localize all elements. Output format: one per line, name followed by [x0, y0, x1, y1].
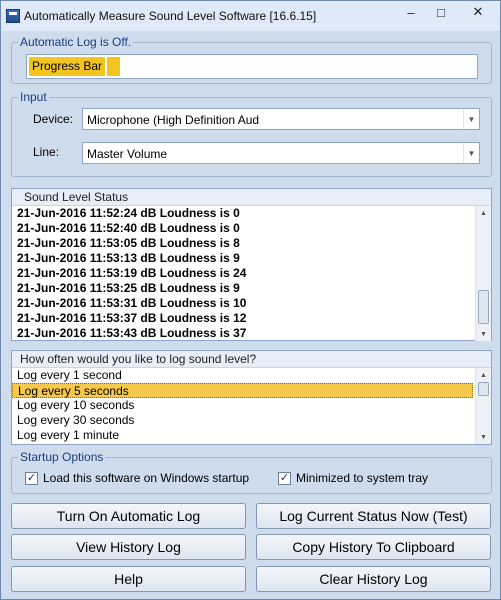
device-select[interactable]: Microphone (High Definition Aud ▼ [82, 108, 480, 130]
window-controls: – □ ✕ [396, 1, 500, 23]
sound-level-status-list[interactable]: Sound Level Status 21-Jun-2016 11:52:24 … [11, 188, 492, 341]
device-value: Microphone (High Definition Aud [87, 113, 260, 127]
list-item[interactable]: 21-Jun-2016 11:53:19 dB Loudness is 24 [12, 266, 491, 281]
list-item[interactable]: 21-Jun-2016 11:53:25 dB Loudness is 9 [12, 281, 491, 296]
list-item[interactable]: Log every 1 minute [12, 428, 491, 443]
scroll-up-icon[interactable]: ▲ [476, 368, 491, 382]
app-window: Automatically Measure Sound Level Softwa… [0, 0, 501, 600]
title-bar[interactable]: Automatically Measure Sound Level Softwa… [1, 1, 500, 31]
app-icon [6, 9, 20, 23]
load-on-startup-label: Load this software on Windows startup [43, 471, 250, 485]
scroll-up-icon[interactable]: ▲ [476, 206, 491, 220]
minimized-option[interactable]: ✓ Minimized to system tray [278, 471, 428, 485]
minimize-button[interactable]: – [396, 1, 426, 23]
list-item[interactable]: 21-Jun-2016 11:53:05 dB Loudness is 8 [12, 236, 491, 251]
startup-options-group: Startup Options ✓ Load this software on … [11, 450, 492, 494]
window-title: Automatically Measure Sound Level Softwa… [24, 9, 317, 23]
interval-list-body: Log every 1 second Log every 5 seconds L… [12, 368, 491, 444]
log-status-legend: Automatic Log is Off. [18, 35, 134, 49]
turn-on-automatic-log-button[interactable]: Turn On Automatic Log [11, 503, 246, 529]
list-item[interactable]: Log every 1 second [12, 368, 491, 383]
list-item[interactable]: 21-Jun-2016 11:53:13 dB Loudness is 9 [12, 251, 491, 266]
view-history-log-button[interactable]: View History Log [11, 534, 246, 560]
status-list-body: 21-Jun-2016 11:52:24 dB Loudness is 0 21… [12, 206, 491, 341]
progress-fill-segment [107, 57, 120, 76]
interval-scrollbar[interactable]: ▲ ▼ [475, 368, 491, 444]
log-interval-list[interactable]: How often would you like to log sound le… [11, 350, 492, 445]
list-item[interactable]: 21-Jun-2016 11:53:43 dB Loudness is 37 [12, 326, 491, 341]
copy-history-button[interactable]: Copy History To Clipboard [256, 534, 491, 560]
help-button[interactable]: Help [11, 566, 246, 592]
list-item[interactable]: 21-Jun-2016 11:52:24 dB Loudness is 0 [12, 206, 491, 221]
log-current-status-button[interactable]: Log Current Status Now (Test) [256, 503, 491, 529]
list-item[interactable]: 21-Jun-2016 11:53:37 dB Loudness is 12 [12, 311, 491, 326]
scroll-down-icon[interactable]: ▼ [476, 327, 491, 341]
input-legend: Input [18, 90, 49, 104]
scroll-thumb[interactable] [478, 382, 489, 396]
load-on-startup-option[interactable]: ✓ Load this software on Windows startup [25, 471, 249, 485]
device-label: Device: [33, 112, 74, 126]
line-value: Master Volume [87, 147, 168, 161]
minimized-checkbox[interactable]: ✓ [278, 471, 291, 485]
list-item[interactable]: Log every 10 seconds [12, 398, 491, 413]
progress-bar: Progress Bar [26, 54, 478, 79]
log-status-group: Automatic Log is Off. Progress Bar [11, 35, 492, 84]
status-scrollbar[interactable]: ▲ ▼ [475, 206, 491, 341]
status-list-header: Sound Level Status [12, 189, 491, 206]
close-button[interactable]: ✕ [456, 1, 500, 23]
list-item-selected[interactable]: Log every 5 seconds [12, 383, 473, 398]
minimized-label: Minimized to system tray [296, 471, 429, 485]
line-select[interactable]: Master Volume ▼ [82, 142, 480, 164]
list-item[interactable]: 21-Jun-2016 11:52:40 dB Loudness is 0 [12, 221, 491, 236]
scroll-thumb[interactable] [478, 290, 489, 324]
list-item[interactable]: Log every 30 seconds [12, 413, 491, 428]
progress-label: Progress Bar [32, 59, 103, 73]
maximize-button[interactable]: □ [426, 1, 456, 23]
clear-history-log-button[interactable]: Clear History Log [256, 566, 491, 592]
scroll-down-icon[interactable]: ▼ [476, 430, 491, 444]
startup-options-legend: Startup Options [18, 450, 106, 464]
chevron-down-icon[interactable]: ▼ [463, 109, 479, 129]
load-on-startup-checkbox[interactable]: ✓ [25, 471, 38, 485]
chevron-down-icon[interactable]: ▼ [463, 143, 479, 163]
line-label: Line: [33, 145, 60, 159]
interval-list-header: How often would you like to log sound le… [12, 351, 491, 368]
input-group: Input Device: Microphone (High Definitio… [11, 90, 492, 177]
list-item[interactable]: 21-Jun-2016 11:53:31 dB Loudness is 10 [12, 296, 491, 311]
